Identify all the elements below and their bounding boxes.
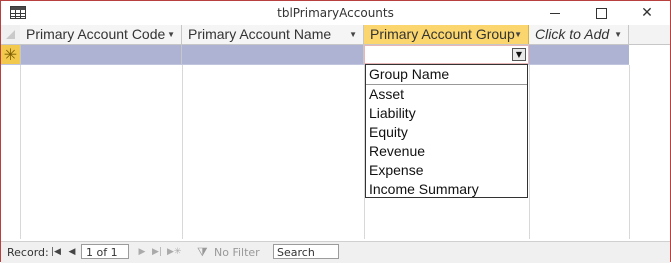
column-header-label: Primary Account Name <box>188 26 332 42</box>
dropdown-item-expense[interactable]: Expense <box>366 161 527 180</box>
column-divider <box>629 65 630 239</box>
minimize-button[interactable] <box>532 1 578 25</box>
filter-status[interactable]: No Filter <box>214 246 260 259</box>
minimize-icon <box>550 12 560 14</box>
dropdown-column-header: Group Name <box>366 65 527 85</box>
column-header-label: Primary Account Code <box>26 26 166 42</box>
dropdown-item-asset[interactable]: Asset <box>366 85 527 104</box>
record-position-input[interactable]: 1 of 1 <box>81 244 129 259</box>
previous-record-icon[interactable]: ◀ <box>67 245 77 259</box>
cell-account-name[interactable] <box>182 45 364 64</box>
column-header-code[interactable]: Primary Account Code ▼ <box>20 25 182 44</box>
search-input[interactable]: Search <box>273 244 339 259</box>
record-navigation-bar: Record: |◀ ◀ 1 of 1 ▶ ▶| ▶✳ ⧩ No Filter … <box>1 241 670 263</box>
dropdown-arrow-icon[interactable]: ▼ <box>167 25 175 44</box>
column-divider <box>20 65 21 239</box>
datasheet-window: tblPrimaryAccounts ✕ Primary Account Cod… <box>0 0 671 263</box>
column-header-label: Click to Add <box>535 26 610 42</box>
dropdown-item-revenue[interactable]: Revenue <box>366 142 527 161</box>
last-record-icon[interactable]: ▶| <box>151 245 163 259</box>
maximize-button[interactable] <box>578 1 624 25</box>
new-record-icon[interactable]: ✳ <box>1 45 21 64</box>
cell-account-code[interactable] <box>20 45 182 64</box>
close-button[interactable]: ✕ <box>624 1 670 25</box>
new-record-nav-icon[interactable]: ▶✳ <box>167 245 181 259</box>
dropdown-arrow-icon[interactable]: ▼ <box>349 25 357 44</box>
combo-dropdown-button[interactable]: ▼ <box>512 48 526 61</box>
dropdown-item-liability[interactable]: Liability <box>366 104 527 123</box>
column-header-click-to-add[interactable]: Click to Add ▼ <box>529 25 629 44</box>
dropdown-item-equity[interactable]: Equity <box>366 123 527 142</box>
dropdown-item-income-summary[interactable]: Income Summary <box>366 180 527 199</box>
first-record-icon[interactable]: |◀ <box>51 245 61 259</box>
record-label: Record: <box>7 246 49 259</box>
datasheet-grid: Primary Account Code ▼ Primary Account N… <box>1 25 670 239</box>
group-dropdown-list[interactable]: Group Name Asset Liability Equity Revenu… <box>365 64 528 198</box>
title-bar: tblPrimaryAccounts ✕ <box>1 1 670 25</box>
close-icon: ✕ <box>641 5 653 21</box>
column-header-group[interactable]: Primary Account Group ▼ <box>364 25 529 44</box>
dropdown-arrow-icon[interactable]: ▼ <box>514 25 522 44</box>
column-header-name[interactable]: Primary Account Name ▼ <box>182 25 364 44</box>
maximize-icon <box>595 7 607 19</box>
column-divider <box>182 65 183 239</box>
column-header-row: Primary Account Code ▼ Primary Account N… <box>1 25 670 45</box>
column-divider <box>529 65 530 239</box>
no-filter-icon[interactable]: ⧩ <box>197 245 211 259</box>
dropdown-arrow-icon[interactable]: ▼ <box>614 25 622 44</box>
cell-account-group[interactable]: ▼ <box>364 45 529 64</box>
next-record-icon[interactable]: ▶ <box>137 245 147 259</box>
column-header-label: Primary Account Group <box>370 26 515 42</box>
select-all-button[interactable] <box>1 25 21 44</box>
